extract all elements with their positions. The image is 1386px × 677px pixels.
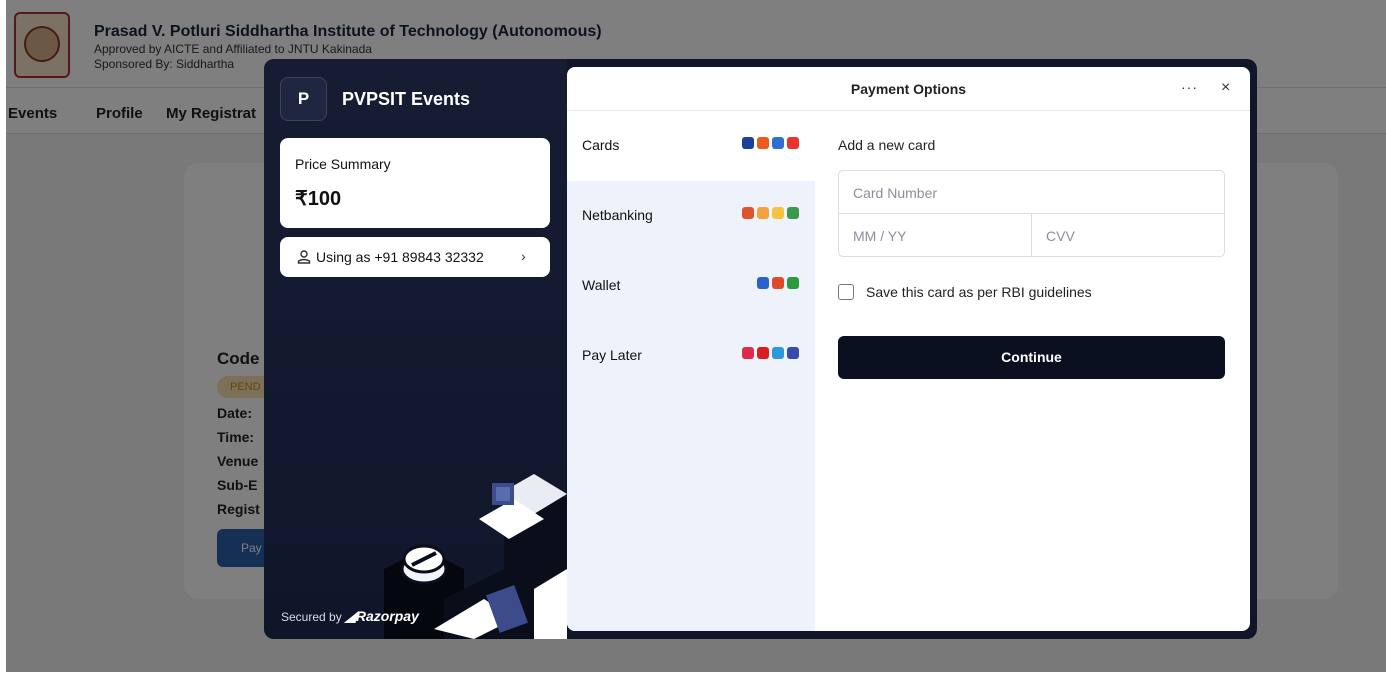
expiry-placeholder: MM / YY bbox=[853, 228, 907, 244]
rupay-icon bbox=[772, 137, 784, 149]
user-icon bbox=[297, 250, 311, 264]
method-netbanking[interactable]: Netbanking bbox=[567, 181, 815, 251]
mobikwik-icon bbox=[757, 277, 769, 289]
bank-axis-icon bbox=[757, 207, 769, 219]
merchant-logo: P bbox=[280, 77, 327, 121]
secured-by-label: Secured by bbox=[281, 610, 342, 624]
paylater-icon-1 bbox=[742, 347, 754, 359]
cvv-field[interactable]: CVV bbox=[1032, 214, 1224, 256]
bank-hdfc-icon bbox=[742, 207, 754, 219]
olamoney-icon bbox=[787, 277, 799, 289]
freecharge-icon bbox=[772, 277, 784, 289]
payment-header: Payment Options ··· × bbox=[567, 67, 1250, 111]
cvv-placeholder: CVV bbox=[1046, 228, 1075, 244]
card-form: Add a new card Card Number MM / YY CVV S… bbox=[815, 111, 1250, 631]
bank-sbi-icon bbox=[787, 207, 799, 219]
paylater-icon-4 bbox=[787, 347, 799, 359]
visa-icon bbox=[742, 137, 754, 149]
merchant-name: PVPSIT Events bbox=[342, 89, 471, 109]
payment-options-title: Payment Options bbox=[850, 81, 967, 97]
method-label: Cards bbox=[582, 137, 620, 153]
card-number-field[interactable]: Card Number bbox=[839, 171, 1224, 214]
price-summary: Price Summary ₹100 bbox=[280, 138, 550, 228]
bottom-edge bbox=[0, 672, 1386, 677]
add-card-title: Add a new card bbox=[838, 137, 936, 153]
chevron-right-icon: › bbox=[521, 248, 526, 264]
card-fields: Card Number MM / YY CVV bbox=[838, 170, 1225, 257]
contact-selector[interactable]: Using as +91 89843 32332 › bbox=[280, 237, 550, 277]
bank-icici-icon bbox=[772, 207, 784, 219]
using-as-text: Using as +91 89843 32332 bbox=[316, 249, 484, 265]
price-amount: ₹100 bbox=[295, 188, 342, 210]
method-icons bbox=[742, 347, 799, 361]
method-label: Wallet bbox=[582, 277, 621, 293]
method-icons bbox=[757, 277, 799, 291]
method-label: Pay Later bbox=[582, 347, 642, 363]
paylater-icon-2 bbox=[757, 347, 769, 359]
secured-by: Secured by ◢Razorpay bbox=[281, 608, 419, 625]
close-icon[interactable]: × bbox=[1221, 79, 1230, 97]
method-label: Netbanking bbox=[582, 207, 653, 223]
checkout-sidebar: P PVPSIT Events Price Summary ₹100 Using… bbox=[264, 59, 567, 639]
method-wallet[interactable]: Wallet bbox=[567, 251, 815, 321]
method-icons bbox=[742, 207, 799, 221]
mastercard-icon bbox=[757, 137, 769, 149]
more-options-icon[interactable]: ··· bbox=[1181, 79, 1198, 95]
method-pay-later[interactable]: Pay Later bbox=[567, 321, 815, 391]
left-edge bbox=[0, 0, 6, 677]
method-cards[interactable]: Cards bbox=[567, 111, 815, 181]
card-number-placeholder: Card Number bbox=[853, 185, 938, 201]
paylater-icon-3 bbox=[772, 347, 784, 359]
continue-button[interactable]: Continue bbox=[838, 336, 1225, 379]
expiry-field[interactable]: MM / YY bbox=[839, 214, 1032, 256]
save-card-checkbox[interactable] bbox=[838, 284, 854, 300]
razorpay-logo: ◢Razorpay bbox=[345, 608, 419, 624]
method-icons bbox=[742, 137, 799, 151]
payment-options-panel: Payment Options ··· × Cards Netbanking W… bbox=[567, 67, 1250, 631]
price-summary-label: Price Summary bbox=[295, 156, 391, 172]
save-card-label: Save this card as per RBI guidelines bbox=[866, 284, 1092, 300]
maestro-icon bbox=[787, 137, 799, 149]
checkout-modal: P PVPSIT Events Price Summary ₹100 Using… bbox=[264, 59, 1257, 639]
payment-methods-list: Cards Netbanking Wallet Pay Later bbox=[567, 111, 815, 631]
